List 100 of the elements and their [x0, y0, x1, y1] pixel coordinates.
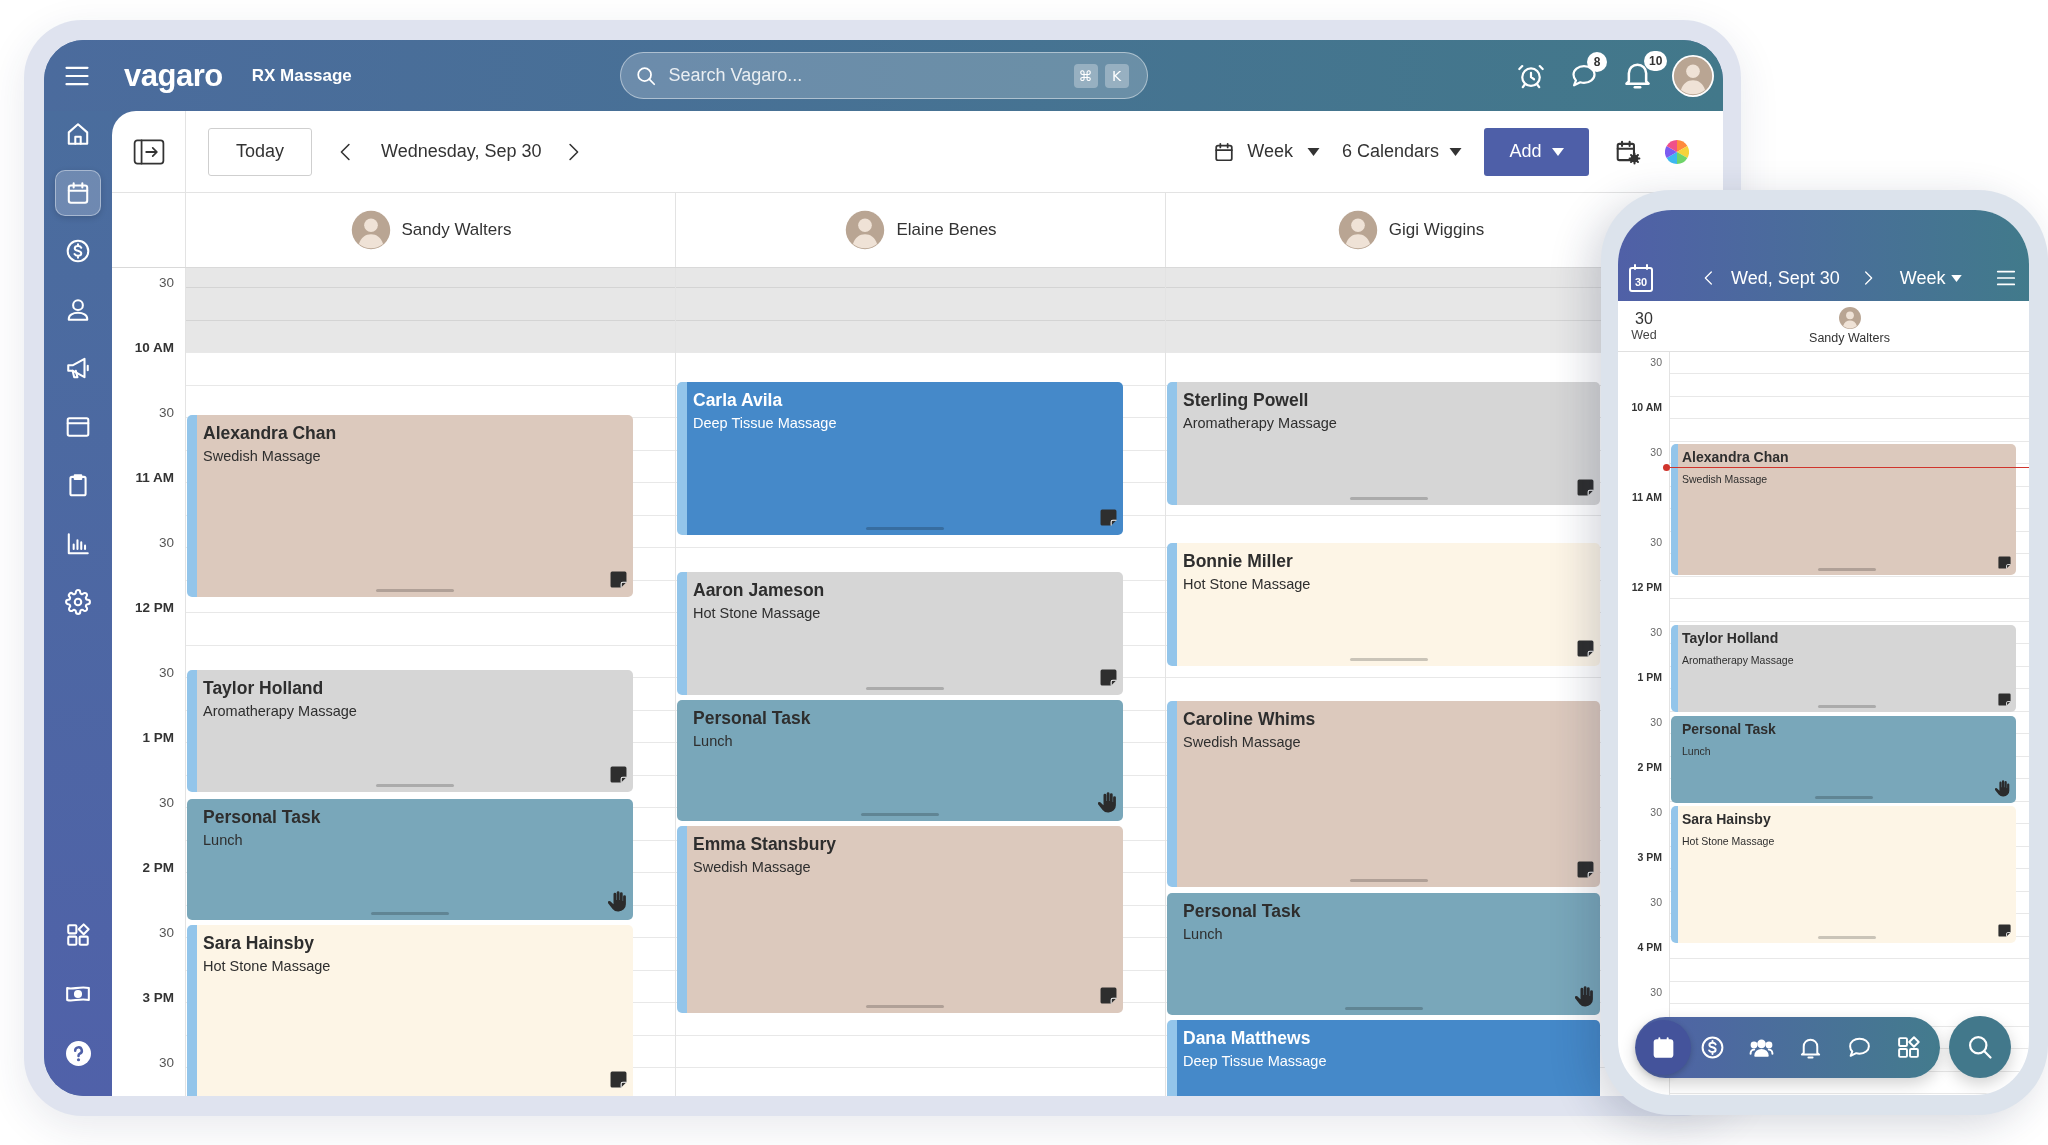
task-title: Personal Task: [693, 707, 811, 729]
today-button[interactable]: Today: [208, 127, 312, 176]
search-icon: [634, 64, 657, 87]
client-name: Taylor Holland: [1682, 631, 1779, 646]
resize-handle[interactable]: [1349, 658, 1428, 661]
resize-handle[interactable]: [861, 813, 939, 816]
client-name: Sterling Powell: [1183, 389, 1309, 411]
resize-handle[interactable]: [376, 589, 454, 592]
bar-chart-icon: [65, 530, 91, 557]
note-icon[interactable]: [1100, 509, 1117, 526]
appointment-card[interactable]: Alexandra Chan Swedish Massage: [1671, 444, 2016, 575]
resize-handle[interactable]: [1818, 705, 1876, 708]
appointment-card[interactable]: Emma Stansbury Swedish Massage: [677, 826, 1123, 1013]
appointment-card[interactable]: Personal Task Lunch: [677, 700, 1123, 821]
service-name: Aromatherapy Massage: [1682, 654, 1794, 667]
resize-handle[interactable]: [371, 912, 449, 915]
note-icon[interactable]: [1998, 693, 2011, 706]
note-icon[interactable]: [610, 766, 627, 783]
note-icon[interactable]: [1998, 556, 2011, 569]
appointment-card[interactable]: Aaron Jameson Hot Stone Massage: [677, 572, 1123, 695]
time-label: 11 AM: [135, 470, 174, 486]
task-title: Personal Task: [203, 806, 321, 828]
appointment-card[interactable]: Carla Avila Deep Tissue Massage: [677, 382, 1123, 535]
note-icon[interactable]: [1998, 924, 2011, 937]
time-label: 4 PM: [1637, 940, 1662, 954]
brand-logo[interactable]: vagaro: [124, 60, 223, 91]
dollar-circle-icon: [65, 238, 91, 264]
time-label: 2 PM: [142, 860, 174, 876]
note-icon[interactable]: [610, 571, 627, 588]
service-name: Aromatherapy Massage: [203, 702, 357, 720]
time-label: 1 PM: [1637, 670, 1662, 684]
service-name: Hot Stone Massage: [1682, 835, 1775, 848]
service-name: Deep Tissue Massage: [1183, 1052, 1327, 1070]
resize-handle[interactable]: [1349, 497, 1428, 500]
resize-handle[interactable]: [1818, 568, 1876, 571]
resize-handle[interactable]: [376, 784, 454, 787]
note-icon[interactable]: [610, 1071, 627, 1088]
resize-handle[interactable]: [866, 687, 944, 690]
appointment-card[interactable]: Sterling Powell Aromatherapy Massage: [1167, 382, 1600, 505]
appointment-card[interactable]: Dana Matthews Deep Tissue Massage: [1167, 1020, 1600, 1096]
day-name: Wed: [1631, 327, 1657, 343]
bottom-nav-button[interactable]: [1636, 1020, 1691, 1075]
calendar-date-button[interactable]: 30: [1629, 264, 1653, 292]
appointment-card[interactable]: Bonnie Miller Hot Stone Massage: [1167, 543, 1600, 666]
view-dropdown[interactable]: Week: [1899, 264, 1963, 292]
appointment-card[interactable]: Caroline Whims Swedish Massage: [1167, 701, 1600, 887]
resize-handle[interactable]: [1349, 879, 1428, 882]
calendars-dropdown[interactable]: 6 Calendars: [1341, 138, 1462, 165]
calendar-icon: [65, 179, 91, 206]
staff-avatar: [1336, 209, 1379, 251]
appointment-card[interactable]: Sara Hainsby Hot Stone Massage: [1671, 806, 2016, 943]
search-input[interactable]: Search Vagaro...: [668, 62, 1074, 89]
calendar-settings-icon[interactable]: [1615, 138, 1641, 165]
home-icon: [65, 121, 91, 147]
hand-icon[interactable]: [1995, 780, 2011, 797]
service-name: Hot Stone Massage: [1183, 575, 1311, 593]
add-button[interactable]: Add: [1484, 127, 1589, 176]
apps-icon: [65, 922, 91, 948]
chat-bubble-icon: [1847, 1035, 1872, 1060]
note-icon[interactable]: [1577, 861, 1594, 878]
calendar-icon: [1651, 1035, 1676, 1060]
resize-handle[interactable]: [1344, 1007, 1423, 1010]
user-avatar[interactable]: [1672, 54, 1714, 97]
search-button[interactable]: [1949, 1016, 2011, 1078]
view-dropdown[interactable]: Week: [1213, 138, 1320, 165]
search-icon: [1966, 1033, 1994, 1061]
note-icon[interactable]: [1100, 669, 1117, 686]
help-icon: [65, 1040, 91, 1066]
time-label: 12 PM: [1631, 580, 1662, 594]
client-name: Carla Avila: [693, 389, 783, 411]
appointment-card[interactable]: Sara Hainsby Hot Stone Massage: [187, 925, 633, 1096]
resize-handle[interactable]: [1814, 796, 1873, 799]
hand-icon[interactable]: [608, 891, 628, 912]
note-icon[interactable]: [1577, 479, 1594, 496]
appointment-card[interactable]: Taylor Holland Aromatherapy Massage: [187, 670, 633, 792]
bell-icon[interactable]: [1624, 62, 1650, 89]
appointment-card[interactable]: Personal Task Lunch: [1671, 716, 2016, 803]
settings-icon: [65, 589, 91, 615]
sidebar-toggle-icon[interactable]: [132, 138, 165, 165]
business-name: RX Massage: [251, 64, 352, 87]
service-name: Deep Tissue Massage: [693, 414, 837, 432]
resize-handle[interactable]: [866, 527, 944, 530]
note-icon[interactable]: [1100, 987, 1117, 1004]
note-icon[interactable]: [1577, 640, 1594, 657]
megaphone-icon: [65, 355, 91, 381]
appointment-card[interactable]: Personal Task Lunch: [1167, 893, 1600, 1015]
time-label: 30: [1650, 625, 1662, 639]
color-wheel-icon[interactable]: [1665, 139, 1689, 164]
sidebar-nav-button[interactable]: [55, 169, 101, 216]
appointment-card[interactable]: Personal Task Lunch: [187, 799, 633, 920]
appointment-card[interactable]: Alexandra Chan Swedish Massage: [187, 415, 633, 597]
resize-handle[interactable]: [1818, 936, 1876, 939]
hand-icon[interactable]: [1575, 986, 1595, 1007]
hand-icon[interactable]: [1098, 792, 1118, 813]
service-name: Swedish Massage: [203, 447, 321, 465]
time-label: 30: [158, 535, 174, 551]
resize-handle[interactable]: [866, 1005, 944, 1008]
task-title: Personal Task: [1183, 900, 1301, 922]
appointment-card[interactable]: Taylor Holland Aromatherapy Massage: [1671, 625, 2016, 712]
time-label: 30: [158, 405, 174, 421]
